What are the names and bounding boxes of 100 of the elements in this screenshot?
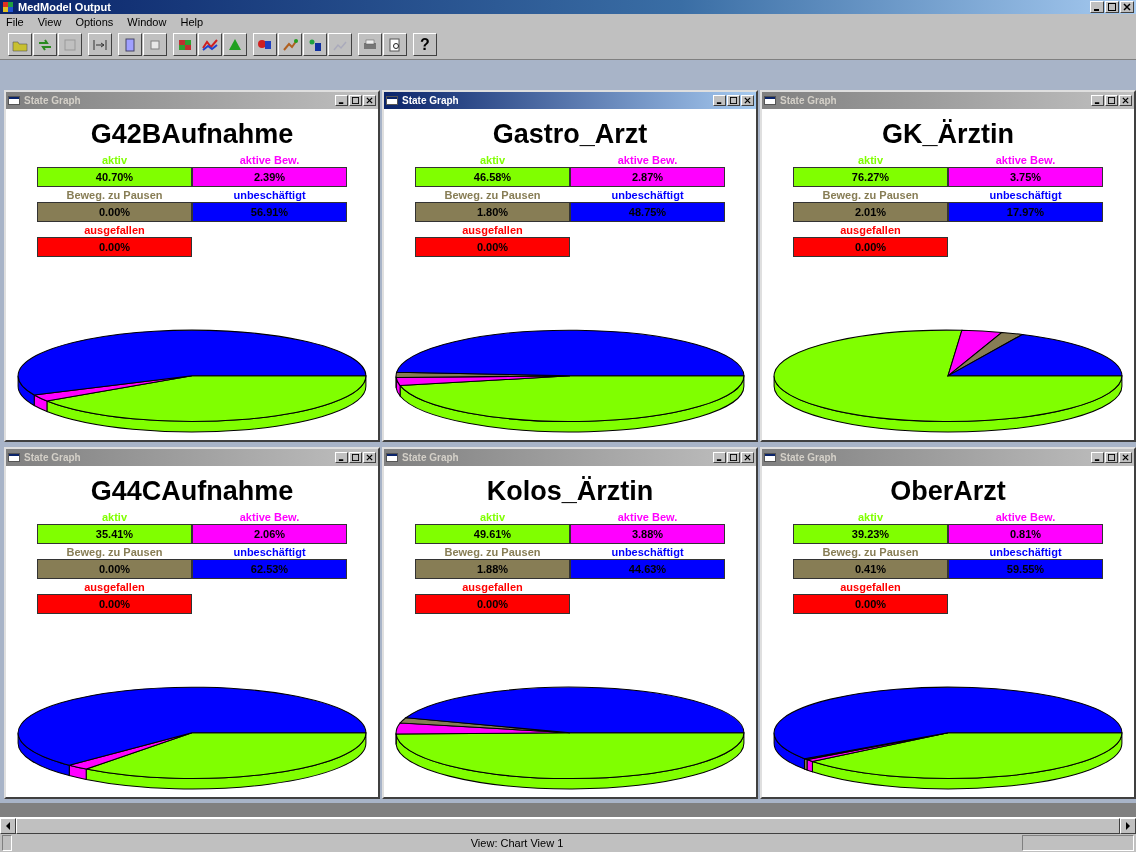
menu-item[interactable]: View bbox=[37, 16, 62, 28]
close-icon bbox=[366, 97, 373, 104]
state-value-bar: 35.41% bbox=[37, 524, 192, 544]
state-value-bar: 2.06% bbox=[192, 524, 347, 544]
print-preview-button[interactable] bbox=[383, 33, 407, 56]
window-title: State Graph bbox=[780, 95, 837, 106]
maximize-icon bbox=[1108, 97, 1115, 104]
state-label: Beweg. zu Pausen bbox=[822, 188, 919, 202]
state-label: aktive Bew. bbox=[995, 510, 1056, 524]
window-title: State Graph bbox=[24, 452, 81, 463]
help-button[interactable]: ? bbox=[413, 33, 437, 56]
window-title: State Graph bbox=[24, 95, 81, 106]
toolbar-button[interactable] bbox=[118, 33, 142, 56]
shapes-icon bbox=[307, 37, 323, 52]
minimize-button[interactable] bbox=[713, 95, 726, 106]
maximize-button[interactable] bbox=[1105, 1, 1119, 13]
maximize-icon bbox=[730, 454, 737, 461]
print-button[interactable] bbox=[358, 33, 382, 56]
state-label: aktive Bew. bbox=[995, 153, 1056, 167]
state-value-bar: 2.39% bbox=[192, 167, 347, 187]
state-value-bar: 48.75% bbox=[570, 202, 725, 222]
toolbar-button[interactable] bbox=[88, 33, 112, 56]
minimize-button[interactable] bbox=[713, 452, 726, 463]
magnifier-page-icon bbox=[387, 37, 403, 52]
toolbar-button[interactable] bbox=[278, 33, 302, 56]
state-value-bar: 59.55% bbox=[948, 559, 1103, 579]
close-button[interactable] bbox=[363, 95, 376, 106]
state-label: aktiv bbox=[857, 510, 884, 524]
state-value-bar: 0.00% bbox=[37, 559, 192, 579]
state-value-bar: 17.97% bbox=[948, 202, 1103, 222]
maximize-button[interactable] bbox=[349, 452, 362, 463]
close-icon bbox=[744, 97, 751, 104]
window-icon bbox=[764, 453, 776, 462]
minimize-button[interactable] bbox=[335, 95, 348, 106]
toolbar-button[interactable] bbox=[253, 33, 277, 56]
maximize-button[interactable] bbox=[349, 95, 362, 106]
state-value-bar: 0.00% bbox=[37, 202, 192, 222]
graph-title: OberArzt bbox=[890, 475, 1006, 508]
minimize-button[interactable] bbox=[1091, 452, 1104, 463]
close-button[interactable] bbox=[741, 452, 754, 463]
close-icon bbox=[744, 454, 751, 461]
close-button[interactable] bbox=[1119, 452, 1132, 463]
line-chart-icon bbox=[202, 37, 218, 52]
toolbar-button[interactable] bbox=[143, 33, 167, 56]
state-label: unbeschäftigt bbox=[233, 188, 306, 202]
menu-item[interactable]: Help bbox=[180, 16, 204, 28]
path-icon bbox=[282, 37, 298, 52]
close-button[interactable] bbox=[1119, 95, 1132, 106]
graph-title: Gastro_Arzt bbox=[492, 118, 648, 151]
close-button[interactable] bbox=[1120, 1, 1134, 13]
app-icon bbox=[2, 1, 14, 13]
toolbar-button[interactable] bbox=[33, 33, 57, 56]
state-label: Beweg. zu Pausen bbox=[66, 188, 163, 202]
maximize-button[interactable] bbox=[727, 452, 740, 463]
maximize-button[interactable] bbox=[1105, 452, 1118, 463]
toolbar-button[interactable] bbox=[328, 33, 352, 56]
state-label: aktive Bew. bbox=[617, 153, 678, 167]
state-value-bar: 1.88% bbox=[415, 559, 570, 579]
state-value-bar: 2.01% bbox=[793, 202, 948, 222]
close-button[interactable] bbox=[363, 452, 376, 463]
square-icon bbox=[62, 37, 78, 52]
state-value-bar: 0.81% bbox=[948, 524, 1103, 544]
state-label: ausgefallen bbox=[840, 223, 901, 237]
minimize-button[interactable] bbox=[1091, 95, 1104, 106]
scroll-left-icon[interactable] bbox=[0, 818, 16, 834]
square-icon bbox=[147, 37, 163, 52]
state-label: ausgefallen bbox=[840, 580, 901, 594]
graph-title: G44CAufnahme bbox=[90, 475, 294, 508]
state-value-bar: 49.61% bbox=[415, 524, 570, 544]
toolbar-button[interactable] bbox=[58, 33, 82, 56]
state-label: Beweg. zu Pausen bbox=[822, 545, 919, 559]
window-icon bbox=[386, 453, 398, 462]
state-value-bar: 40.70% bbox=[37, 167, 192, 187]
state-label: aktive Bew. bbox=[239, 153, 300, 167]
maximize-button[interactable] bbox=[1105, 95, 1118, 106]
menu-item[interactable]: File bbox=[6, 16, 24, 28]
state-label: unbeschäftigt bbox=[989, 545, 1062, 559]
minimize-button[interactable] bbox=[335, 452, 348, 463]
close-icon bbox=[1122, 454, 1129, 461]
close-button[interactable] bbox=[741, 95, 754, 106]
scroll-right-icon[interactable] bbox=[1120, 818, 1136, 834]
toolbar-button[interactable] bbox=[8, 33, 32, 56]
status-text: View: Chart View 1 bbox=[469, 837, 565, 849]
minimize-button[interactable] bbox=[1090, 1, 1104, 13]
window-title: State Graph bbox=[402, 95, 459, 106]
status-panel bbox=[2, 835, 12, 851]
fit-width-icon bbox=[92, 37, 108, 52]
toolbar-button[interactable] bbox=[198, 33, 222, 56]
window-title: State Graph bbox=[402, 452, 459, 463]
toolbar-button[interactable] bbox=[223, 33, 247, 56]
window-title-bar[interactable]: State Graph bbox=[384, 92, 756, 109]
state-value-bar: 0.00% bbox=[415, 594, 570, 614]
menu-item[interactable]: Window bbox=[127, 16, 167, 28]
maximize-icon bbox=[1108, 454, 1115, 461]
maximize-button[interactable] bbox=[727, 95, 740, 106]
toolbar-button[interactable] bbox=[173, 33, 197, 56]
menu-item[interactable]: Options bbox=[75, 16, 114, 28]
toolbar-button[interactable] bbox=[303, 33, 327, 56]
state-label: aktiv bbox=[479, 153, 506, 167]
window-icon bbox=[8, 96, 20, 105]
